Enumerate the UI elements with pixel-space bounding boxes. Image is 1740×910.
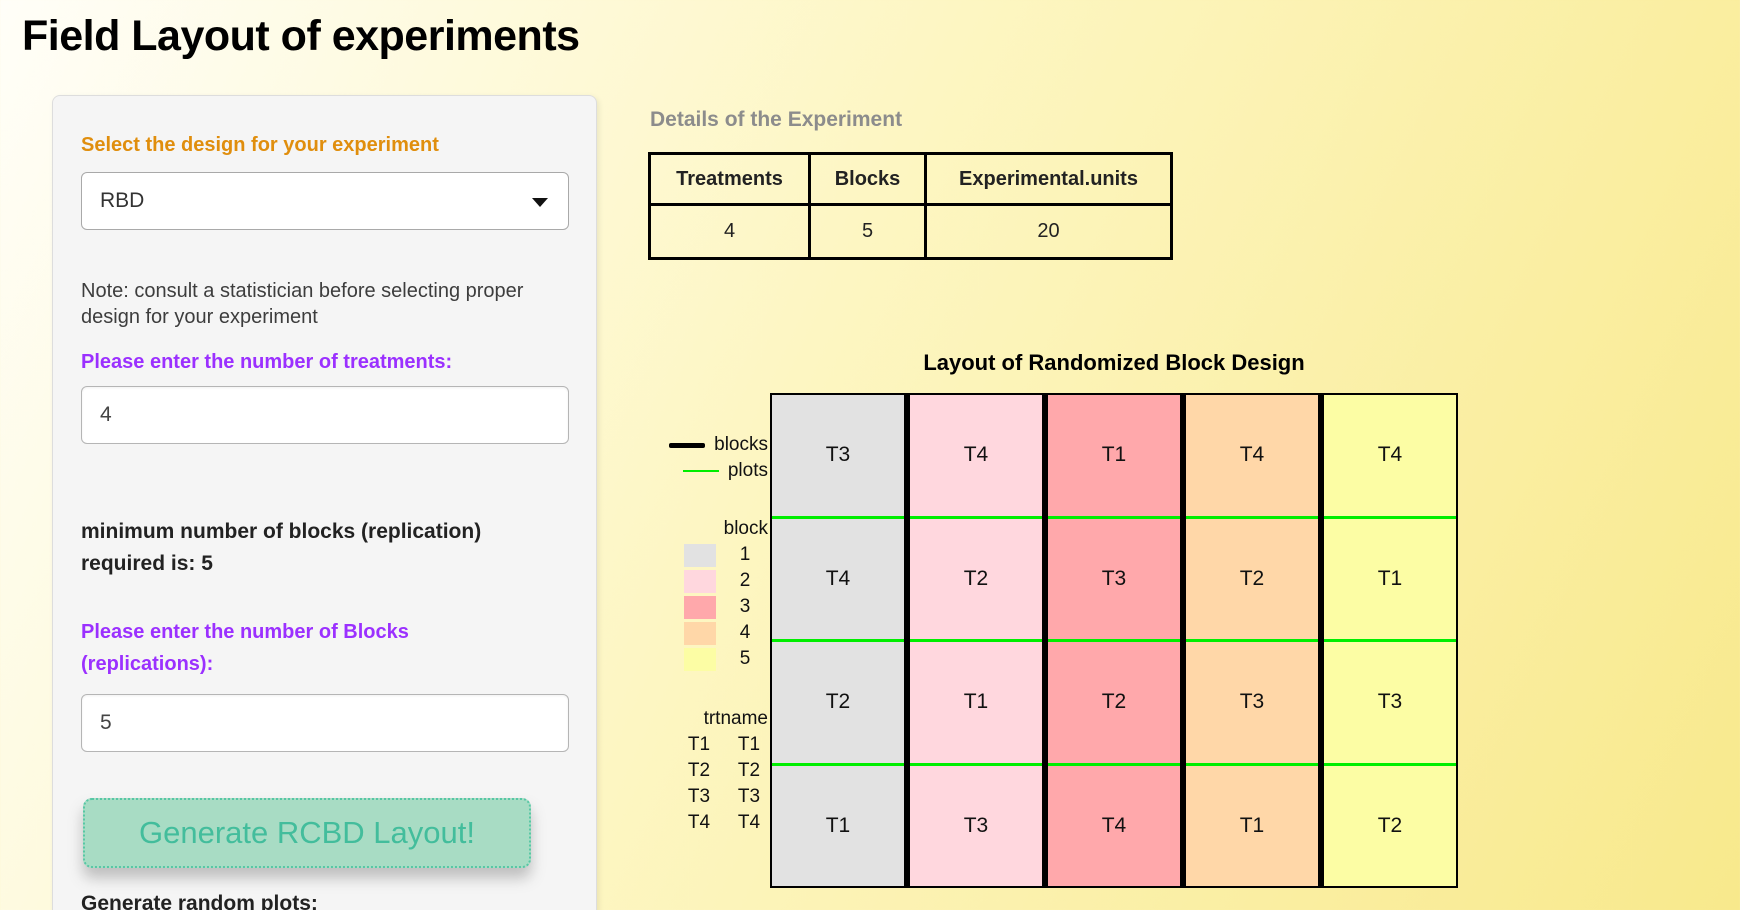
block-column-3: T1T3T2T4	[1042, 395, 1180, 886]
legend-lines-section: blocks plots	[640, 432, 768, 484]
details-table-header-cell: Experimental.units	[926, 154, 1172, 205]
legend-blocks-entry: blocks	[640, 432, 768, 458]
legend-trt-header: trtname	[640, 706, 768, 732]
block-color-swatch	[684, 622, 716, 645]
block-number-label: 3	[730, 596, 760, 618]
plot-cell: T2	[1048, 639, 1180, 763]
legend-plots-label: plots	[728, 460, 768, 482]
plot-cell: T3	[772, 395, 904, 516]
plot-cell: T4	[772, 516, 904, 640]
block-column-4: T4T2T3T1	[1180, 395, 1318, 886]
plot-cell: T3	[1324, 639, 1456, 763]
random-plots-label: Generate random plots:	[81, 892, 318, 910]
trt-code-label: T4	[682, 812, 716, 834]
block-number-label: 5	[730, 648, 760, 670]
legend-trt-rows: T1 T1 T2 T2 T3 T3 T4 T4	[640, 732, 768, 836]
blocks-line-icon	[669, 443, 705, 448]
legend-block-header: block	[640, 516, 768, 542]
plot-cell: T3	[910, 763, 1042, 887]
trt-name-label: T4	[732, 812, 766, 834]
plot-title: Layout of Randomized Block Design	[770, 350, 1458, 376]
details-table-value-cell: 5	[810, 205, 926, 259]
legend-block-rows: 1 2 3 4 5	[640, 542, 768, 672]
legend-block-row: 3	[640, 594, 768, 620]
plot-cell: T2	[1324, 763, 1456, 887]
block-color-swatch	[684, 648, 716, 671]
block-number-label: 2	[730, 570, 760, 592]
block-column-1: T3T4T2T1	[772, 395, 904, 886]
block-number-label: 4	[730, 622, 760, 644]
details-table-value-row: 4520	[650, 205, 1172, 259]
plot-cell: T4	[910, 395, 1042, 516]
legend-blocks-label: blocks	[714, 434, 768, 456]
legend-block-section: block 1 2 3 4 5	[640, 516, 768, 672]
legend-trt-row: T4 T4	[640, 810, 768, 836]
details-table: TreatmentsBlocksExperimental.units 4520	[648, 152, 1173, 260]
plot-cell: T4	[1186, 395, 1318, 516]
blocks-label: Please enter the number of Blocks (repli…	[81, 616, 541, 680]
plot-cell: T2	[772, 639, 904, 763]
block-color-swatch	[684, 570, 716, 593]
treatments-label: Please enter the number of treatments:	[81, 346, 541, 378]
details-table-header-cell: Blocks	[810, 154, 926, 205]
blocks-input[interactable]	[81, 694, 569, 752]
design-select-label: Select the design for your experiment	[81, 134, 439, 157]
details-table-value-cell: 20	[926, 205, 1172, 259]
plot-cell: T4	[1048, 763, 1180, 887]
trt-name-label: T2	[732, 760, 766, 782]
legend-block-row: 1	[640, 542, 768, 568]
details-table-header-cell: Treatments	[650, 154, 810, 205]
plot-cell: T4	[1324, 395, 1456, 516]
legend-trt-row: T2 T2	[640, 758, 768, 784]
block-column-2: T4T2T1T3	[904, 395, 1042, 886]
block-column-5: T4T1T3T2	[1318, 395, 1456, 886]
trt-name-label: T1	[732, 734, 766, 756]
legend-block-row: 2	[640, 568, 768, 594]
trt-code-label: T2	[682, 760, 716, 782]
chevron-down-icon	[532, 198, 548, 207]
plot-cell: T1	[910, 639, 1042, 763]
rcbd-layout-grid: T3T4T2T1T4T2T1T3T1T3T2T4T4T2T3T1T4T1T3T2	[770, 393, 1458, 888]
block-color-swatch	[684, 544, 716, 567]
trt-name-label: T3	[732, 786, 766, 808]
design-note-text: Note: consult a statistician before sele…	[81, 278, 559, 330]
details-table-header-row: TreatmentsBlocksExperimental.units	[650, 154, 1172, 205]
legend-trt-section: trtname T1 T1 T2 T2 T3 T3 T4 T4	[640, 706, 768, 836]
plot-cell: T2	[1186, 516, 1318, 640]
details-table-value-cell: 4	[650, 205, 810, 259]
min-blocks-text: minimum number of blocks (replication) r…	[81, 516, 551, 580]
plot-cell: T2	[910, 516, 1042, 640]
legend-plots-entry: plots	[640, 458, 768, 484]
legend-block-row: 5	[640, 646, 768, 672]
plots-line-icon	[683, 470, 719, 472]
legend-trt-row: T1 T1	[640, 732, 768, 758]
plot-cell: T3	[1048, 516, 1180, 640]
block-color-swatch	[684, 596, 716, 619]
legend-block-row: 4	[640, 620, 768, 646]
plot-legend: blocks plots block 12345 trtname T1T1T2T…	[640, 432, 768, 836]
treatments-input[interactable]	[81, 386, 569, 444]
details-heading: Details of the Experiment	[650, 108, 902, 132]
trt-code-label: T3	[682, 786, 716, 808]
plot-cell: T1	[1186, 763, 1318, 887]
trt-code-label: T1	[682, 734, 716, 756]
generate-layout-button[interactable]: Generate RCBD Layout!	[83, 798, 531, 868]
legend-trt-row: T3 T3	[640, 784, 768, 810]
plot-cell: T1	[772, 763, 904, 887]
plot-cell: T1	[1324, 516, 1456, 640]
sidebar-panel: Select the design for your experiment RB…	[52, 95, 597, 910]
design-select-dropdown[interactable]: RBD	[81, 172, 569, 230]
plot-cell: T3	[1186, 639, 1318, 763]
page-title: Field Layout of experiments	[22, 12, 580, 61]
design-select-value: RBD	[100, 189, 144, 213]
plot-cell: T1	[1048, 395, 1180, 516]
block-number-label: 1	[730, 544, 760, 566]
